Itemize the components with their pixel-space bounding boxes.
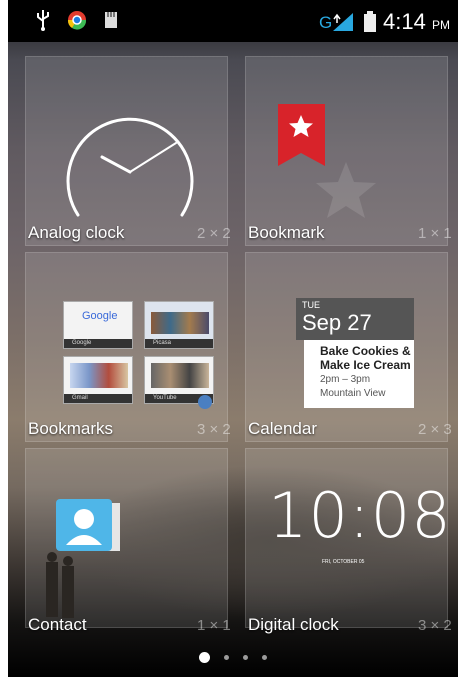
home-screen-widget-picker: G 4:14 PM Analog clock 2 × 2 Bookmark 1 … (8, 0, 458, 677)
signal-strength-icon: G (319, 13, 354, 32)
widget-label: Contact (28, 615, 87, 634)
event-title: Make Ice Cream (320, 358, 411, 372)
widget-size: 2 × 3 (418, 421, 452, 438)
bookmark-icon (278, 104, 376, 218)
bookmark-thumb-label: Google (64, 339, 132, 348)
page-dot-active[interactable] (199, 652, 210, 663)
status-bar: G 4:14 PM (8, 0, 458, 42)
widget-size: 3 × 2 (197, 421, 231, 438)
sd-card-icon (105, 12, 117, 28)
widget-bookmark[interactable] (245, 56, 448, 246)
battery-icon (364, 11, 377, 32)
analog-clock-preview (66, 117, 194, 217)
event-time: 2pm – 3pm (320, 374, 371, 385)
widget-contact[interactable] (25, 448, 228, 628)
page-dot[interactable] (243, 655, 248, 660)
event-title: Bake Cookies & (320, 344, 411, 358)
widget-bookmarks[interactable]: Google Google Picasa Gmail YouTube (25, 252, 228, 442)
thumb-image (151, 363, 209, 388)
page-indicator (8, 652, 458, 663)
widget-analog-clock[interactable] (25, 56, 228, 246)
google-logo: Google (82, 310, 118, 322)
digital-clock-time: 10:08 (268, 479, 452, 552)
ampm-text: PM (432, 18, 450, 32)
calendar-event: Bake Cookies & Make Ice Cream 2pm – 3pm … (304, 340, 414, 408)
widget-label: Analog clock (28, 223, 125, 242)
calendar-header: TUE Sep 27 (296, 298, 414, 340)
widget-size: 1 × 1 (197, 617, 231, 634)
bookmark-thumb: Gmail (63, 356, 133, 404)
thumb-image (70, 363, 128, 388)
clock: 4:14 PM (383, 9, 450, 35)
widget-size: 2 × 2 (197, 225, 231, 242)
widget-size: 1 × 1 (418, 225, 452, 242)
widget-label: Bookmarks (28, 419, 114, 438)
widget-label: Digital clock (248, 615, 339, 634)
calendar-preview: TUE Sep 27 Bake Cookies & Make Ice Cream… (296, 298, 414, 410)
system-icons: G 4:14 PM (319, 9, 450, 35)
widget-size: 3 × 2 (418, 617, 452, 634)
notification-icons (36, 9, 118, 31)
page-dot[interactable] (262, 655, 267, 660)
widget-digital-clock[interactable]: 10:08 FRI, OCTOBER 05 (245, 448, 451, 628)
digital-clock-date: FRI, OCTOBER 05 (322, 559, 365, 565)
page-dot[interactable] (224, 655, 229, 660)
page-curl-icon (198, 395, 212, 409)
bookmark-thumb: Google Google (63, 301, 133, 349)
widget-label: Calendar (248, 419, 317, 438)
event-location: Mountain View (320, 388, 386, 399)
widget-label: Bookmark (248, 223, 325, 242)
time-text: 4:14 (383, 9, 426, 34)
thumb-image (151, 312, 209, 334)
chrome-sync-icon (67, 11, 87, 30)
bookmark-thumb: Picasa (144, 301, 214, 349)
bookmark-thumb-label: Picasa (145, 339, 213, 348)
calendar-date: Sep 27 (302, 310, 372, 335)
bookmark-thumb-label: Gmail (64, 394, 132, 403)
svg-text:G: G (319, 13, 332, 32)
usb-icon (37, 10, 49, 31)
calendar-weekday: TUE (302, 300, 320, 310)
